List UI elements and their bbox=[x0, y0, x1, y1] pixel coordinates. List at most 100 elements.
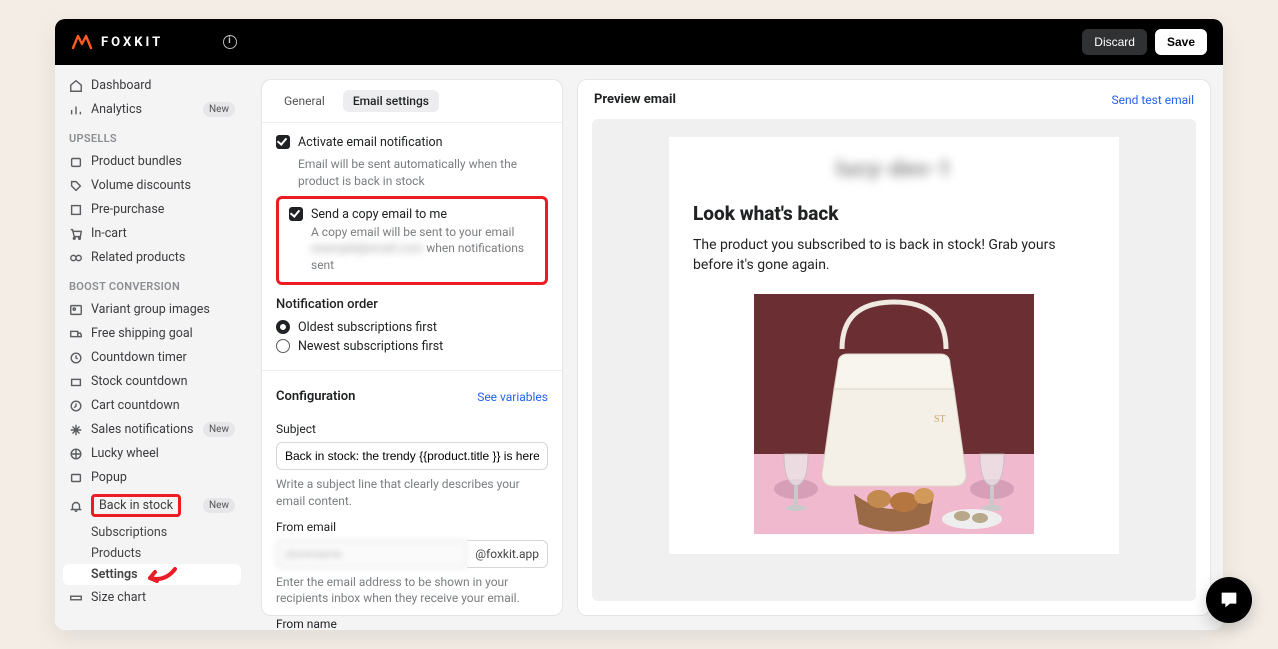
sidebar-item-product-bundles[interactable]: Product bundles bbox=[63, 150, 241, 173]
new-badge: New bbox=[203, 102, 235, 117]
sidebar-item-related-products[interactable]: Related products bbox=[63, 246, 241, 269]
main-content: General Email settings Activate email no… bbox=[249, 65, 1223, 630]
save-button[interactable]: Save bbox=[1155, 29, 1207, 55]
sidebar-item-label: Related products bbox=[91, 250, 185, 265]
subject-input[interactable] bbox=[276, 442, 548, 470]
email-logo-blurred: lucy-dev-1 bbox=[693, 157, 1095, 182]
checkbox-activate[interactable] bbox=[276, 135, 290, 149]
sidebar-item-lucky-wheel[interactable]: Lucky wheel bbox=[63, 442, 241, 465]
radio-oldest[interactable] bbox=[276, 320, 290, 334]
bell-icon bbox=[69, 499, 83, 513]
radio-oldest-label: Oldest subscriptions first bbox=[298, 320, 437, 335]
email-preview: lucy-dev-1 Look what's back The product … bbox=[669, 137, 1119, 554]
from-name-label: From name bbox=[276, 617, 548, 630]
from-email-domain: @foxkit.app bbox=[467, 540, 548, 568]
image-icon bbox=[69, 303, 83, 317]
sidebar-sub-settings[interactable]: Settings bbox=[63, 564, 241, 585]
wheel-icon bbox=[69, 447, 83, 461]
radio-newest[interactable] bbox=[276, 339, 290, 353]
brand-name: FOXKIT bbox=[101, 35, 163, 50]
sidebar-item-analytics[interactable]: Analytics New bbox=[63, 98, 241, 121]
from-email-field: @foxkit.app bbox=[276, 540, 548, 568]
sidebar-item-countdown-timer[interactable]: Countdown timer bbox=[63, 346, 241, 369]
sidebar-item-label: Sales notifications bbox=[91, 422, 193, 437]
arrow-annotation-icon bbox=[147, 566, 177, 584]
email-headline: Look what's back bbox=[693, 202, 1095, 225]
sidebar-item-pre-purchase[interactable]: Pre-purchase bbox=[63, 198, 241, 221]
tab-general[interactable]: General bbox=[274, 90, 335, 112]
sidebar-item-label: Volume discounts bbox=[91, 178, 191, 193]
send-copy-label: Send a copy email to me bbox=[311, 207, 447, 222]
link-icon bbox=[69, 251, 83, 265]
sidebar-item-label: In-cart bbox=[91, 226, 127, 241]
chat-icon bbox=[1218, 589, 1240, 611]
notification-order-title: Notification order bbox=[276, 297, 548, 312]
sidebar-item-label: Stock countdown bbox=[91, 374, 188, 389]
tabs: General Email settings bbox=[262, 80, 562, 123]
radio-newest-row[interactable]: Newest subscriptions first bbox=[276, 339, 548, 354]
brand-logo-icon bbox=[71, 34, 93, 50]
sparkle-icon bbox=[69, 423, 83, 437]
sidebar-item-label: Product bundles bbox=[91, 154, 182, 169]
from-email-label: From email bbox=[276, 520, 548, 534]
checkbox-send-copy[interactable] bbox=[289, 207, 303, 221]
radio-oldest-row[interactable]: Oldest subscriptions first bbox=[276, 320, 548, 335]
preview-card: Preview email Send test email lucy-dev-1… bbox=[577, 79, 1211, 616]
sidebar-item-label: Lucky wheel bbox=[91, 446, 159, 461]
send-copy-block-highlight: Send a copy email to me A copy email wil… bbox=[276, 196, 548, 285]
notification-options: Activate email notification Email will b… bbox=[262, 123, 562, 371]
home-icon bbox=[69, 79, 83, 93]
new-badge: New bbox=[203, 498, 235, 513]
send-test-email-link[interactable]: Send test email bbox=[1112, 93, 1195, 107]
subject-label: Subject bbox=[276, 422, 548, 436]
configuration-title: Configuration bbox=[276, 389, 355, 404]
ruler-icon bbox=[69, 591, 83, 605]
bundle-icon bbox=[69, 155, 83, 169]
preview-title: Preview email bbox=[594, 92, 676, 107]
sidebar-sub-subscriptions[interactable]: Subscriptions bbox=[63, 522, 241, 543]
sidebar-item-in-cart[interactable]: In-cart bbox=[63, 222, 241, 245]
sidebar-item-label: Pre-purchase bbox=[91, 202, 164, 217]
sidebar-sub-products[interactable]: Products bbox=[63, 543, 241, 564]
sidebar-item-label: Back in stock bbox=[91, 494, 181, 517]
radio-newest-label: Newest subscriptions first bbox=[298, 339, 443, 354]
discard-button[interactable]: Discard bbox=[1082, 29, 1147, 55]
info-icon[interactable] bbox=[223, 35, 237, 49]
from-email-input[interactable] bbox=[276, 540, 467, 568]
sidebar-heading-boost: BOOST CONVERSION bbox=[63, 270, 241, 297]
truck-icon bbox=[69, 327, 83, 341]
sidebar-item-label: Dashboard bbox=[91, 78, 151, 93]
app-topbar: FOXKIT Discard Save bbox=[55, 19, 1223, 65]
sidebar-item-label: Free shipping goal bbox=[91, 326, 193, 341]
sidebar-item-cart-countdown[interactable]: Cart countdown bbox=[63, 394, 241, 417]
sidebar-item-volume-discounts[interactable]: Volume discounts bbox=[63, 174, 241, 197]
sidebar-item-stock-countdown[interactable]: Stock countdown bbox=[63, 370, 241, 393]
sidebar-item-size-chart[interactable]: Size chart bbox=[63, 586, 241, 609]
sidebar-item-sales-notifications[interactable]: Sales notifications New bbox=[63, 418, 241, 441]
activate-help: Email will be sent automatically when th… bbox=[298, 156, 548, 190]
bars-icon bbox=[69, 103, 83, 117]
configuration-section: Configuration See variables Subject Writ… bbox=[262, 371, 562, 630]
sidebar-item-free-shipping[interactable]: Free shipping goal bbox=[63, 322, 241, 345]
sidebar-item-popup[interactable]: Popup bbox=[63, 466, 241, 489]
sidebar-item-back-in-stock[interactable]: Back in stock New bbox=[63, 490, 241, 521]
subject-help: Write a subject line that clearly descri… bbox=[276, 476, 548, 510]
new-badge: New bbox=[203, 422, 235, 437]
see-variables-link[interactable]: See variables bbox=[477, 390, 548, 404]
svg-text:ST: ST bbox=[934, 414, 946, 425]
settings-card: General Email settings Activate email no… bbox=[261, 79, 563, 616]
stock-icon bbox=[69, 375, 83, 389]
tab-email-settings[interactable]: Email settings bbox=[343, 90, 439, 112]
sidebar-item-variant-group[interactable]: Variant group images bbox=[63, 298, 241, 321]
from-email-help: Enter the email address to be shown in y… bbox=[276, 574, 548, 608]
brand: FOXKIT bbox=[71, 34, 163, 50]
clock-icon bbox=[69, 399, 83, 413]
chat-button[interactable] bbox=[1206, 577, 1252, 623]
sidebar-heading-upsells: UPSELLS bbox=[63, 122, 241, 149]
sidebar-item-label: Countdown timer bbox=[91, 350, 187, 365]
preview-stage: lucy-dev-1 Look what's back The product … bbox=[592, 119, 1196, 601]
box-icon bbox=[69, 203, 83, 217]
sidebar-item-dashboard[interactable]: Dashboard bbox=[63, 74, 241, 97]
activate-label: Activate email notification bbox=[298, 135, 443, 150]
sidebar-item-label: Size chart bbox=[91, 590, 146, 605]
